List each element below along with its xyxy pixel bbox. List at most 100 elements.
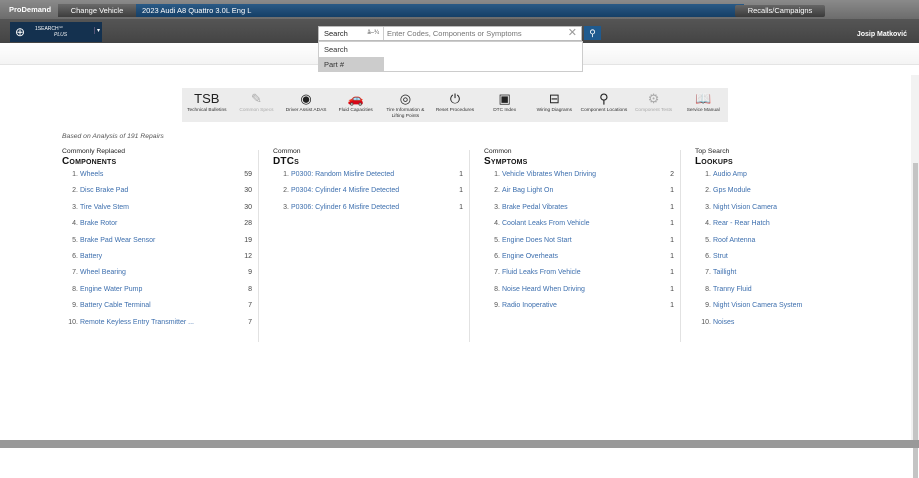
- tool-icon: ◉: [300, 91, 312, 106]
- item-link[interactable]: Engine Water Pump: [80, 286, 142, 293]
- item-link[interactable]: Brake Rotor: [80, 220, 117, 227]
- item-link[interactable]: P0304: Cylinder 4 Misfire Detected: [291, 187, 399, 194]
- list-item: 1. Vehicle Vibrates When Driving 2: [484, 171, 684, 187]
- item-number: 4.: [705, 220, 711, 228]
- tool-icon: ▣: [498, 91, 511, 106]
- item-link[interactable]: Gps Module: [713, 187, 751, 194]
- list-item: 2. P0304: Cylinder 4 Misfire Detected 1: [273, 187, 473, 203]
- dropdown-option-search[interactable]: Search: [319, 42, 384, 57]
- column-divider: [469, 150, 470, 342]
- item-link[interactable]: Battery: [80, 253, 102, 260]
- item-link[interactable]: Fluid Leaks From Vehicle: [502, 269, 581, 276]
- item-link[interactable]: Brake Pedal Vibrates: [502, 204, 568, 211]
- item-number: 2.: [283, 187, 289, 195]
- column-subtitle: Commonly Replaced: [62, 148, 126, 155]
- column-title: Lookups: [695, 156, 733, 167]
- list-item: 3. P0306: Cylinder 6 Misfire Detected 1: [273, 204, 473, 220]
- tool-fluid-capacities[interactable]: 🚗 Fluid Capacities: [331, 88, 381, 122]
- item-link[interactable]: Audio Amp: [713, 171, 747, 178]
- item-link[interactable]: Battery Cable Terminal: [80, 302, 151, 309]
- tool-service-manual[interactable]: 📖 Service Manual: [678, 88, 728, 122]
- item-number: 3.: [283, 203, 289, 211]
- dropdown-option-part[interactable]: Part #: [319, 57, 384, 72]
- list-item: 4. Brake Rotor 28: [62, 220, 262, 236]
- scrollbar[interactable]: [911, 75, 919, 478]
- item-link[interactable]: Wheel Bearing: [80, 269, 126, 276]
- list-item: 1. Wheels 59: [62, 171, 262, 187]
- item-number: 1.: [72, 171, 78, 178]
- item-link[interactable]: Remote Keyless Entry Transmitter ...: [80, 319, 194, 326]
- item-count: 7: [248, 318, 252, 326]
- search-input[interactable]: [387, 27, 567, 40]
- close-icon[interactable]: ✕: [568, 26, 577, 39]
- item-count: 1: [670, 252, 674, 260]
- list-item: 10. Remote Keyless Entry Transmitter ... 7: [62, 319, 262, 335]
- item-number: 1.: [705, 171, 711, 178]
- item-link[interactable]: Disc Brake Pad: [80, 187, 128, 194]
- scrollbar-thumb[interactable]: [913, 163, 918, 478]
- sort-icon: â–¾: [367, 30, 379, 36]
- search-button[interactable]: ⚲: [584, 26, 601, 40]
- onesearch-plus-button[interactable]: ⊕ 1SEARCH℠ PLUS ▾: [10, 22, 102, 42]
- item-link[interactable]: Taillight: [713, 269, 736, 276]
- tool-reset-procedures[interactable]: ⏻ Reset Procedures: [430, 88, 480, 122]
- tool-icon: 🚗: [347, 91, 364, 106]
- item-number: 7.: [72, 269, 78, 277]
- search-type-value: Search: [324, 29, 348, 38]
- item-link[interactable]: P0300: Random Misfire Detected: [291, 171, 394, 178]
- item-link[interactable]: P0306: Cylinder 6 Misfire Detected: [291, 204, 399, 211]
- item-link[interactable]: Engine Does Not Start: [502, 237, 572, 244]
- item-link[interactable]: Brake Pad Wear Sensor: [80, 237, 155, 244]
- item-link[interactable]: Coolant Leaks From Vehicle: [502, 220, 590, 227]
- tool-tire-information-lifting-points[interactable]: ◎ Tire Information & Lifting Points: [381, 88, 431, 122]
- item-link[interactable]: Radio Inoperative: [502, 302, 557, 309]
- tool-driver-assist-adas[interactable]: ◉ Driver Assist ADAS: [281, 88, 331, 122]
- item-count: 7: [248, 302, 252, 310]
- search-type-select[interactable]: Search â–¾: [319, 27, 384, 40]
- column-subtitle: Top Search: [695, 148, 730, 155]
- item-link[interactable]: Strut: [713, 253, 728, 260]
- item-link[interactable]: Tire Valve Stem: [80, 204, 129, 211]
- recalls-campaigns-button[interactable]: Recalls/Campaigns: [735, 5, 825, 17]
- item-number: 3.: [72, 203, 78, 211]
- list-item: 3. Night Vision Camera: [695, 204, 895, 220]
- item-number: 8.: [705, 285, 711, 293]
- item-link[interactable]: Tranny Fluid: [713, 286, 752, 293]
- tool-component-locations[interactable]: ⚲ Component Locations: [579, 88, 629, 122]
- user-name[interactable]: Josip Matković: [857, 31, 907, 38]
- column-divider: [680, 150, 681, 342]
- item-link[interactable]: Roof Antenna: [713, 237, 755, 244]
- item-link[interactable]: Air Bag Light On: [502, 187, 553, 194]
- tool-label: DTC Index: [493, 108, 517, 113]
- item-number: 1.: [283, 171, 289, 178]
- item-link[interactable]: Wheels: [80, 171, 103, 178]
- tool-wiring-diagrams[interactable]: ⊟ Wiring Diagrams: [529, 88, 579, 122]
- item-number: 6.: [72, 252, 78, 260]
- item-link[interactable]: Night Vision Camera System: [713, 302, 802, 309]
- tool-common-specs[interactable]: ✎ Common Specs: [232, 88, 282, 122]
- item-link[interactable]: Night Vision Camera: [713, 204, 777, 211]
- column-title: DTCs: [273, 156, 300, 167]
- list-item: 8. Noise Heard When Driving 1: [484, 286, 684, 302]
- item-count: 2: [670, 171, 674, 178]
- item-link[interactable]: Engine Overheats: [502, 253, 558, 260]
- list-item: 9. Battery Cable Terminal 7: [62, 302, 262, 318]
- chevron-down-icon[interactable]: ▾: [94, 27, 100, 34]
- item-link[interactable]: Rear - Rear Hatch: [713, 220, 770, 227]
- column-subtitle: Common: [484, 148, 512, 155]
- list-item: 7. Wheel Bearing 9: [62, 269, 262, 285]
- column-title: Components: [62, 156, 117, 167]
- tool-technical-bulletins[interactable]: TSB Technical Bulletins: [182, 88, 232, 122]
- item-link[interactable]: Noises: [713, 319, 734, 326]
- item-link[interactable]: Noise Heard When Driving: [502, 286, 585, 293]
- item-link[interactable]: Vehicle Vibrates When Driving: [502, 171, 596, 178]
- item-count: 1: [670, 220, 674, 228]
- column-divider: [258, 150, 259, 342]
- tool-component-tests[interactable]: ⚙ Component Tests: [629, 88, 679, 122]
- tool-label: Common Specs: [239, 108, 274, 113]
- item-number: 6.: [494, 252, 500, 260]
- change-vehicle-button[interactable]: Change Vehicle: [58, 4, 136, 17]
- brand-logo: ProDemand: [9, 5, 52, 14]
- tool-dtc-index[interactable]: ▣ DTC Index: [480, 88, 530, 122]
- column-dtcs: Common DTCs 1. P0300: Random Misfire Detect…: [273, 148, 473, 220]
